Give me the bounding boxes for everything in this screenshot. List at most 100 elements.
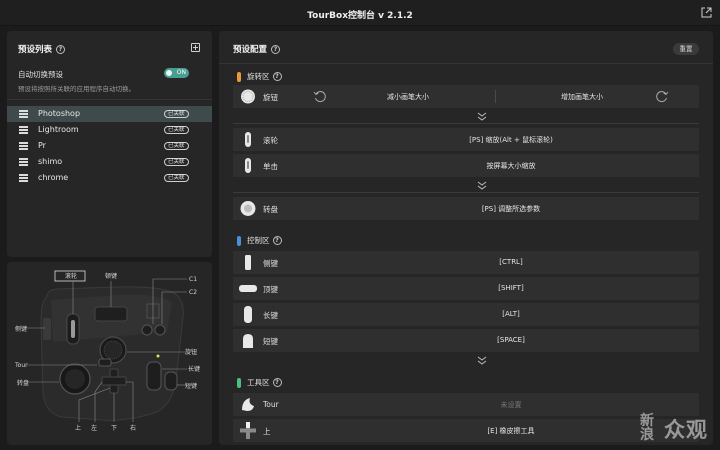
label-down: 下 <box>111 425 117 432</box>
section-tool: 工具区 ? <box>237 377 282 388</box>
label-c2: C2 <box>189 289 197 296</box>
preset-name: shimo <box>38 157 63 166</box>
watermark-logo: 众观 <box>664 418 708 442</box>
help-icon[interactable]: ? <box>56 44 66 54</box>
preset-name: Photoshop <box>38 109 81 118</box>
dpad-up-icon <box>240 422 256 439</box>
control-action: [CTRL] <box>499 258 523 266</box>
preset-item-pr[interactable]: Pr 已关联 <box>7 138 212 154</box>
dial-row[interactable]: 转盘 [PS] 调整所选参数 <box>233 197 699 220</box>
auto-switch-toggle[interactable]: ON <box>164 68 189 78</box>
popout-icon[interactable] <box>701 7 712 18</box>
knob-row[interactable]: 旋钮 减小画笔大小 增加画笔大小 <box>233 85 699 108</box>
control-action: [ALT] <box>502 310 520 318</box>
chevron-down-icon[interactable] <box>477 112 487 121</box>
top-key-shape <box>94 306 128 322</box>
linked-badge: 已关联 <box>164 174 189 182</box>
label-side-key: 侧键 <box>15 325 27 333</box>
c2-button-shape <box>154 324 166 336</box>
control-label: 滚轮 <box>263 136 278 145</box>
knob-right-action[interactable]: 增加画笔大小 <box>497 92 667 102</box>
section-control: 控制区 ? <box>237 235 282 246</box>
dial-icon <box>240 201 256 216</box>
control-label: 侧键 <box>263 259 278 268</box>
reset-button[interactable]: 重置 <box>673 43 699 55</box>
linked-badge: 已关联 <box>164 142 189 150</box>
section-title: 工具区 <box>247 378 270 387</box>
side-key-icon <box>245 255 251 270</box>
preset-list-header: 预设列表 ? <box>18 43 66 55</box>
label-long-key: 长键 <box>188 365 200 373</box>
preset-name: Pr <box>38 141 46 150</box>
title-bar: TourBox控制台 v 2.1.2 <box>0 0 720 26</box>
auto-switch-description: 预设将按照所关联的应用程序自动切换。 <box>18 85 135 93</box>
preset-config-header: 预设配置 ? <box>233 43 281 55</box>
hamburger-icon <box>19 174 28 182</box>
scroll-click-icon <box>245 158 251 173</box>
tourbox-device-diagram: 滚轮 顿键 C1 C2 侧键 旋钮 Tour 长键 转盘 短键 上 左 下 右 <box>14 270 200 432</box>
help-icon[interactable]: ? <box>272 72 282 81</box>
preset-item-shimo[interactable]: shimo 已关联 <box>7 154 212 170</box>
hamburger-icon <box>19 158 28 166</box>
preset-item-chrome[interactable]: chrome 已关联 <box>7 170 212 186</box>
short-key-row[interactable]: 短键 [SPACE] <box>233 329 699 352</box>
scroll-row[interactable]: 滚轮 [PS] 缩放(Alt + 鼠标滚轮) <box>233 128 699 151</box>
section-color-bar <box>237 71 241 82</box>
separator <box>495 90 496 103</box>
window-title: TourBox控制台 v 2.1.2 <box>307 11 413 21</box>
control-action: [PS] 缩放(Alt + 鼠标滚轮) <box>469 136 553 144</box>
control-label: 顶键 <box>263 285 278 294</box>
linked-badge: 已关联 <box>164 126 189 134</box>
short-key-shape <box>164 371 178 391</box>
hamburger-icon <box>19 142 28 150</box>
preset-config-title: 预设配置 <box>233 45 268 55</box>
side-key-shape <box>43 318 51 340</box>
section-color-bar <box>237 377 241 388</box>
click-row[interactable]: 单击 按屏幕大小缩放 <box>233 154 699 177</box>
preset-list-panel: 预设列表 ? 自动切换预设 ON 预设将按照所关联的应用程序自动切换。 Phot… <box>7 31 212 257</box>
control-label: 长键 <box>263 311 278 320</box>
section-color-bar <box>237 235 241 246</box>
section-title: 控制区 <box>247 236 270 245</box>
label-c1: C1 <box>189 276 197 283</box>
label-top-key: 顿键 <box>105 272 117 280</box>
add-preset-button[interactable] <box>191 43 200 52</box>
top-key-icon <box>239 285 257 292</box>
chevron-down-icon[interactable] <box>477 356 487 365</box>
side-key-row[interactable]: 侧键 [CTRL] <box>233 251 699 274</box>
chevron-down-icon[interactable] <box>477 181 487 190</box>
knob-left-action[interactable]: 减小画笔大小 <box>323 92 493 102</box>
tour-key-row[interactable]: Tour 未设置 <box>233 393 699 416</box>
label-tour: Tour <box>14 362 28 369</box>
label-right: 右 <box>130 424 136 432</box>
label-left: 左 <box>91 424 97 432</box>
long-key-row[interactable]: 长键 [ALT] <box>233 303 699 326</box>
knob-icon <box>241 89 255 104</box>
up-key-row[interactable]: 上 [E] 橡皮擦工具 <box>233 419 699 442</box>
control-action: 未设置 <box>500 401 522 409</box>
help-icon[interactable]: ? <box>272 378 282 387</box>
control-label: 单击 <box>263 162 278 171</box>
watermark-small: 新浪 <box>640 413 654 443</box>
preset-name: chrome <box>38 173 69 182</box>
help-icon[interactable]: ? <box>271 44 281 54</box>
label-knob: 旋钮 <box>185 348 197 356</box>
divider <box>7 99 212 100</box>
tour-key-shape <box>98 358 112 367</box>
help-icon[interactable]: ? <box>272 236 282 245</box>
divider <box>219 63 713 64</box>
hamburger-icon <box>19 126 28 134</box>
preset-config-panel: 预设配置 ? 重置 旋转区 ? 旋钮 减小画笔大小 增加画笔大小 滚轮 [PS]… <box>219 31 713 445</box>
c1-button-shape <box>141 324 153 336</box>
preset-item-photoshop[interactable]: Photoshop 已关联 <box>7 106 212 122</box>
control-action: [SPACE] <box>497 336 525 344</box>
tour-key-icon <box>242 398 254 411</box>
indicator-dot <box>156 354 160 358</box>
preset-item-lightroom[interactable]: Lightroom 已关联 <box>7 122 212 138</box>
long-key-icon <box>244 306 252 323</box>
label-dial: 转盘 <box>17 379 29 387</box>
section-rotate: 旋转区 ? <box>237 71 282 82</box>
short-key-icon <box>243 334 253 348</box>
top-key-row[interactable]: 顶键 [SHIFT] <box>233 277 699 300</box>
section-title: 旋转区 <box>247 72 270 81</box>
